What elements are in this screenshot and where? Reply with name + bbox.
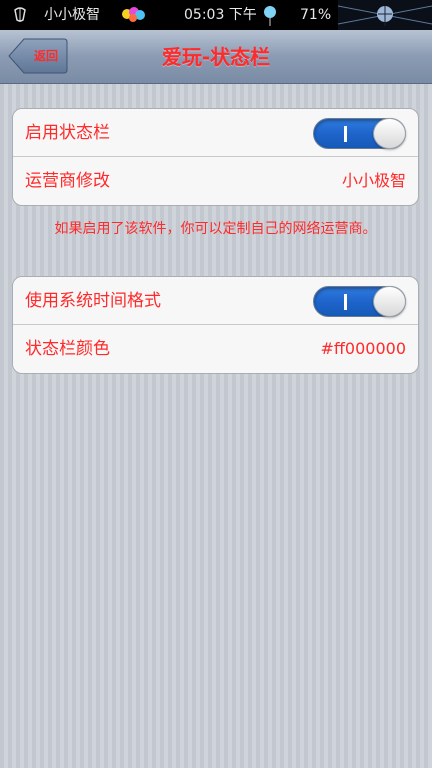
carrier-edit-value: 小小极智 xyxy=(341,171,406,190)
navigation-bar: 返回 爱玩-状态栏 xyxy=(0,30,432,84)
carrier-name: 小小极智 xyxy=(44,7,100,23)
system-time-format-toggle[interactable] xyxy=(313,286,406,317)
toggle-knob xyxy=(373,286,406,317)
balloons-icon xyxy=(118,0,148,30)
enable-statusbar-row: 启用状态栏 xyxy=(13,109,418,157)
enable-statusbar-label: 启用状态栏 xyxy=(25,123,110,143)
settings-group-display: 使用系统时间格式 状态栏颜色 #ff000000 xyxy=(12,276,419,374)
carrier-edit-row[interactable]: 运营商修改 小小极智 xyxy=(13,157,418,205)
statusbar-color-row[interactable]: 状态栏颜色 #ff000000 xyxy=(13,325,418,373)
wifi-icon xyxy=(262,0,278,30)
toggle-knob xyxy=(373,118,406,149)
toggle-on-mark xyxy=(344,294,347,310)
status-bar: 小小极智 05:03 下午 71% xyxy=(0,0,432,30)
toggle-on-mark xyxy=(344,126,347,142)
carrier-hint-text: 如果启用了该软件，你可以定制自己的网络运营商。 xyxy=(54,221,377,237)
statusbar-color-label: 状态栏颜色 xyxy=(25,339,110,359)
back-button[interactable]: 返回 xyxy=(8,38,68,74)
page-title: 爱玩-状态栏 xyxy=(161,45,271,69)
battery-level: 71% xyxy=(300,7,332,23)
back-button-label: 返回 xyxy=(33,49,58,63)
system-time-format-label: 使用系统时间格式 xyxy=(25,291,161,311)
settings-group-carrier: 启用状态栏 运营商修改 小小极智 xyxy=(12,108,419,206)
system-time-format-row: 使用系统时间格式 xyxy=(13,277,418,325)
statusbar-color-value: #ff000000 xyxy=(320,339,406,358)
decorative-anime-image xyxy=(337,0,432,30)
app-notification-icon xyxy=(12,0,28,30)
clock: 05:03 下午 xyxy=(184,7,257,23)
carrier-edit-label: 运营商修改 xyxy=(25,171,110,191)
enable-statusbar-toggle[interactable] xyxy=(313,118,406,149)
